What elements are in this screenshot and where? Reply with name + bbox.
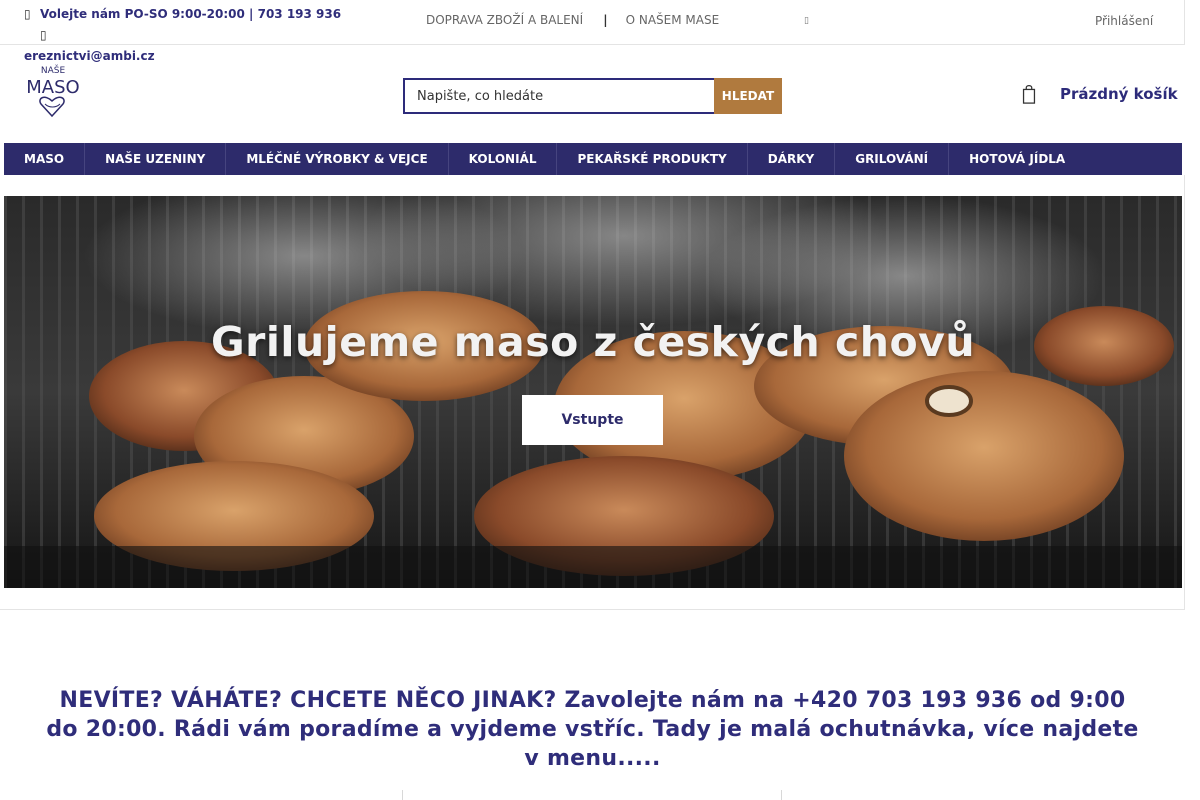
nav-item-grilovani[interactable]: GRILOVÁNÍ [835, 143, 950, 175]
column-divider [781, 790, 782, 800]
top-links-separator: | [603, 13, 608, 27]
about-meat-link[interactable]: O NAŠEM MASE [626, 13, 720, 27]
column-divider [402, 790, 403, 800]
logo-main-text: MASO [26, 77, 79, 98]
hero-title: Grilujeme maso z českých chovů [210, 318, 976, 366]
main-nav: MASO NAŠE UZENINY MLÉČNÉ VÝROBKY & VEJCE… [4, 143, 1182, 175]
grilled-meat-image [4, 196, 1182, 588]
email-link[interactable]: ereznictvi@ambi.cz [24, 49, 155, 63]
cart-label: Prázdný košík [1060, 85, 1178, 103]
nav-item-pekarske-produkty[interactable]: PEKAŘSKÉ PRODUKTY [557, 143, 748, 175]
hero-enter-button[interactable]: Vstupte [522, 395, 663, 445]
top-links: DOPRAVA ZBOŽÍ A BALENÍ | O NAŠEM MASE [426, 13, 719, 27]
logo-top-text: NAŠE [41, 64, 66, 76]
logo-graphic: NAŠE MASO [26, 64, 80, 118]
nav-item-maso[interactable]: MASO [4, 143, 86, 175]
placeholder-icon: ▯ [804, 16, 809, 26]
search-input[interactable] [403, 78, 714, 114]
hero-banner: Grilujeme maso z českých chovů Vstupte [4, 196, 1182, 588]
phone-text: Volejte nám PO-SO 9:00-20:00 | 703 193 9… [40, 7, 342, 21]
nav-item-darky[interactable]: DÁRKY [748, 143, 836, 175]
shopping-bag-icon [1022, 84, 1036, 104]
promo-text: NEVÍTE? VÁHÁTE? CHCETE NĚCO JINAK? Zavol… [46, 688, 1139, 771]
top-bar: ▯ Volejte nám PO-SO 9:00-20:00 | 703 193 … [0, 0, 1185, 63]
search-button[interactable]: HLEDAT [714, 78, 782, 114]
search-bar: HLEDAT [403, 78, 782, 114]
login-link[interactable]: Přihlášení [1095, 14, 1153, 28]
nav-item-kolonial[interactable]: KOLONIÁL [449, 143, 558, 175]
mail-icon: ▯ [40, 28, 47, 42]
nav-item-mlecne-vyrobky[interactable]: MLÉČNÉ VÝROBKY & VEJCE [226, 143, 449, 175]
phone-icon: ▯ [24, 7, 31, 21]
nav-item-uzeniny[interactable]: NAŠE UZENINY [85, 143, 227, 175]
shipping-link[interactable]: DOPRAVA ZBOŽÍ A BALENÍ [426, 13, 583, 27]
hero-section: Grilujeme maso z českých chovů Vstupte [0, 175, 1185, 610]
nav-item-hotova-jidla[interactable]: HOTOVÁ JÍDLA [949, 143, 1085, 175]
contact-info: ▯ Volejte nám PO-SO 9:00-20:00 | 703 193 … [24, 4, 354, 67]
cart[interactable]: Prázdný košík [1022, 84, 1178, 104]
logo[interactable]: NAŠE MASO [23, 64, 83, 124]
